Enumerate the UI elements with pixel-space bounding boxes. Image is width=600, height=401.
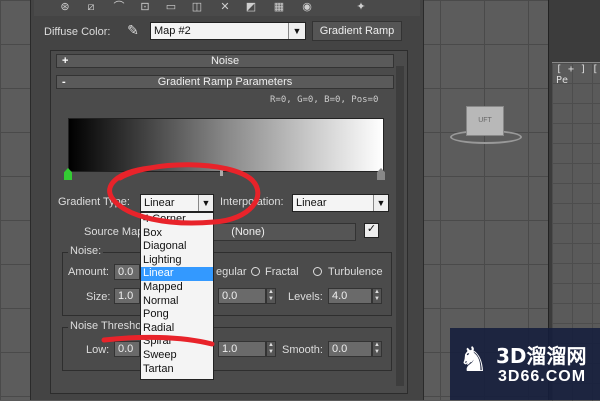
watermark-url: 3D66.COM	[498, 368, 587, 385]
annotation-underline	[101, 334, 215, 347]
deer-logo-icon: ♞	[458, 341, 489, 379]
annotation-circle	[107, 162, 261, 226]
watermark-brand: 3D溜溜网	[496, 344, 587, 368]
